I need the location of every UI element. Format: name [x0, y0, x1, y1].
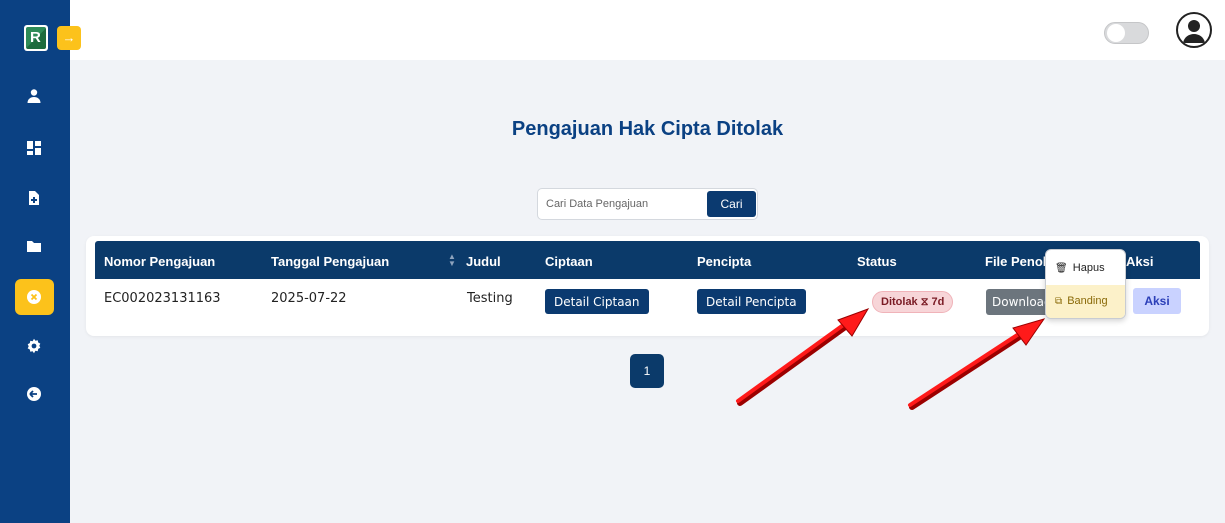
topbar [70, 0, 1225, 60]
cell-nomor: EC002023131163 [104, 291, 221, 306]
header-tanggal[interactable]: Tanggal Pengajuan [271, 254, 389, 269]
menu-item-label: Banding [1067, 295, 1108, 307]
aksi-button[interactable]: Aksi [1133, 288, 1181, 314]
gear-icon[interactable] [24, 336, 44, 356]
logo-glyph: R [30, 29, 41, 46]
search-button[interactable]: Cari [707, 191, 756, 217]
header-aksi[interactable]: Aksi [1126, 254, 1153, 269]
pagination-page-1[interactable]: 1 [630, 354, 664, 388]
detail-pencipta-button[interactable]: Detail Pencipta [697, 289, 806, 314]
header-file[interactable]: File Penol [985, 254, 1046, 269]
table-header: Nomor Pengajuan Tanggal Pengajuan ▲ ▼ Jud… [95, 241, 1200, 279]
cell-judul: Testing [467, 291, 513, 306]
header-status[interactable]: Status [857, 254, 897, 269]
trash-icon: 🗑 [1055, 263, 1068, 274]
user-icon[interactable] [24, 86, 44, 106]
header-ciptaan[interactable]: Ciptaan [545, 254, 593, 269]
detail-ciptaan-button[interactable]: Detail Ciptaan [545, 289, 649, 314]
header-pencipta[interactable]: Pencipta [697, 254, 751, 269]
app-logo[interactable]: R [24, 25, 48, 51]
theme-toggle[interactable] [1104, 22, 1149, 44]
sidebar-collapse-button[interactable]: → [57, 26, 81, 50]
data-table: Nomor Pengajuan Tanggal Pengajuan ▲ ▼ Jud… [86, 236, 1209, 336]
header-judul[interactable]: Judul [466, 254, 501, 269]
dashboard-icon[interactable] [24, 138, 44, 158]
user-avatar-icon [1183, 20, 1205, 43]
menu-item-hapus[interactable]: 🗑 Hapus [1046, 253, 1125, 283]
search-input[interactable] [538, 189, 706, 219]
toggle-knob [1107, 24, 1125, 42]
appeal-icon: ⧉ [1055, 296, 1063, 307]
cell-tanggal: 2025-07-22 [271, 291, 347, 306]
rejected-icon[interactable] [24, 287, 44, 307]
sidebar: R [0, 0, 70, 523]
menu-item-label: Hapus [1072, 262, 1105, 274]
file-add-icon[interactable] [24, 188, 44, 208]
folder-icon[interactable] [24, 236, 44, 256]
search-box: Cari [537, 188, 758, 220]
page-title: Pengajuan Hak Cipta Ditolak [511, 118, 784, 140]
header-nomor[interactable]: Nomor Pengajuan [104, 254, 215, 269]
download-button[interactable]: Download [986, 289, 1048, 315]
sort-icon[interactable]: ▲ ▼ [448, 253, 456, 268]
logout-icon[interactable] [24, 384, 44, 404]
action-dropdown-menu: 🗑 Hapus ⧉ Banding [1045, 249, 1126, 319]
avatar[interactable] [1176, 12, 1212, 48]
status-badge: Ditolak ⧖ 7d [872, 291, 954, 313]
menu-item-banding[interactable]: ⧉ Banding [1046, 285, 1125, 318]
